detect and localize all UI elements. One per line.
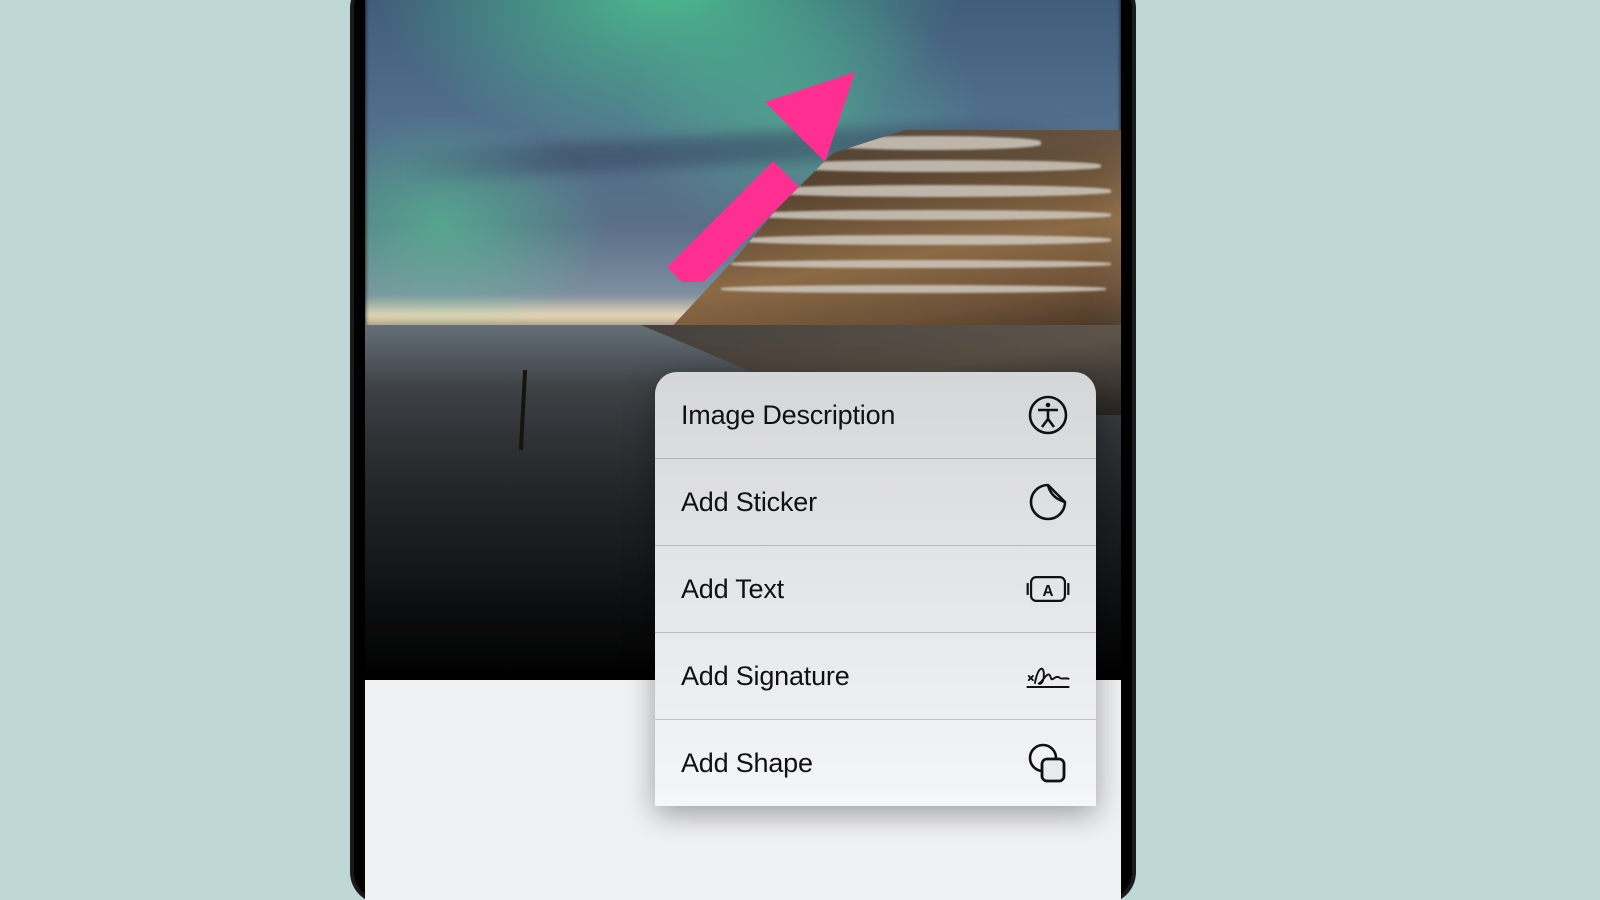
menu-item-label: Image Description xyxy=(681,400,895,431)
menu-item-label: Add Signature xyxy=(681,661,850,692)
menu-item-add-sticker[interactable]: Add Sticker xyxy=(655,459,1096,546)
svg-text:A: A xyxy=(1043,583,1054,600)
sticker-icon xyxy=(1026,480,1070,524)
text-box-icon: A xyxy=(1026,567,1070,611)
menu-item-image-description[interactable]: Image Description xyxy=(655,372,1096,459)
menu-item-add-shape[interactable]: Add Shape xyxy=(655,720,1096,806)
accessibility-icon xyxy=(1026,393,1070,437)
device-frame: Image Description Add Sticker xyxy=(354,0,1132,900)
menu-item-add-signature[interactable]: Add Signature xyxy=(655,633,1096,720)
signature-icon xyxy=(1026,654,1070,698)
device-screen: Image Description Add Sticker xyxy=(365,0,1121,900)
menu-item-add-text[interactable]: Add Text A xyxy=(655,546,1096,633)
menu-item-label: Add Text xyxy=(681,574,784,605)
menu-item-label: Add Sticker xyxy=(681,487,817,518)
menu-item-label: Add Shape xyxy=(681,748,813,779)
shapes-icon xyxy=(1026,741,1070,785)
markup-add-menu: Image Description Add Sticker xyxy=(655,372,1096,806)
